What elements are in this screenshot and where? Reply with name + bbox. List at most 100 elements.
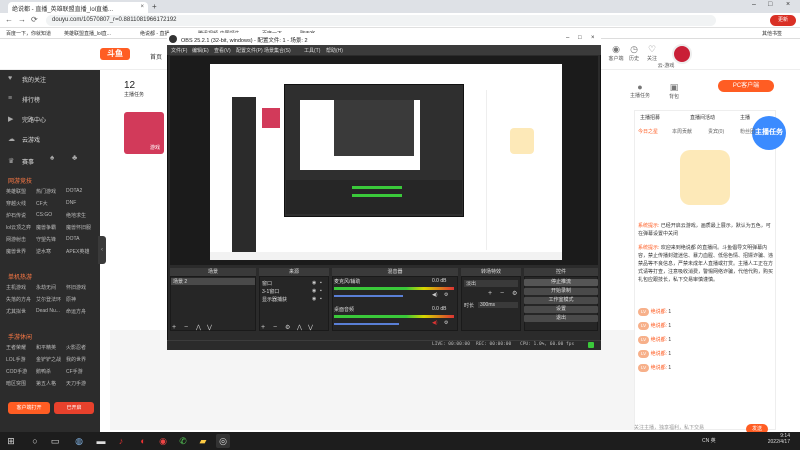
steam-icon[interactable]: ◍	[72, 434, 86, 448]
game-link[interactable]: 王者荣耀	[6, 344, 36, 351]
search-icon[interactable]: ○	[28, 434, 42, 448]
game-link[interactable]: 魔兽怀旧服	[66, 224, 96, 231]
move-up-icon[interactable]: ⋀	[297, 324, 302, 331]
windows-icon[interactable]: ⊞	[4, 434, 18, 448]
back-icon[interactable]: ←	[5, 15, 13, 24]
add-source-icon[interactable]: +	[261, 324, 265, 331]
pc-client-button[interactable]: PC客户端	[718, 80, 774, 92]
gear-icon[interactable]: ⚙	[285, 324, 290, 331]
game-link[interactable]: APEX英雄	[66, 248, 96, 255]
gamepad-icon[interactable]: ♠	[50, 153, 54, 162]
menu-view[interactable]: 查看(V)	[214, 47, 231, 54]
sidebar-collapse-handle[interactable]: ‹	[98, 236, 106, 264]
maximize-icon[interactable]: □	[768, 1, 772, 8]
menu-file[interactable]: 文件(F)	[171, 47, 187, 54]
address-bar[interactable]: douyu.com/10570807_r=0.8811081966172192	[46, 15, 716, 26]
sidebar-item-follow[interactable]: ♥ 我的关注	[0, 70, 100, 90]
game-link[interactable]: 原神	[66, 296, 96, 303]
follow-link[interactable]: ♡ 关注	[642, 44, 662, 62]
bookmark-item[interactable]: 百度一下，你就知道	[6, 30, 51, 37]
game-link[interactable]: CF手游	[66, 368, 96, 375]
maximize-icon[interactable]: □	[578, 35, 582, 41]
avatar[interactable]	[672, 44, 692, 64]
move-down-icon[interactable]: ⋁	[308, 324, 313, 331]
browser-icon[interactable]: ◐	[136, 434, 150, 448]
open-client-button[interactable]: 客户端打开	[8, 402, 50, 414]
move-up-icon[interactable]: ⋀	[196, 324, 201, 331]
game-link[interactable]: 守望先锋	[36, 236, 66, 243]
new-tab-button[interactable]: +	[152, 2, 157, 11]
sidebar-item-video[interactable]: ▶ 完路中心	[0, 110, 100, 130]
game-link[interactable]: 天刀手游	[66, 380, 96, 387]
menu-help[interactable]: 帮助(H)	[326, 47, 343, 54]
history-link[interactable]: ◷ 历史	[624, 44, 644, 62]
bookmark-other[interactable]: 其他书签	[762, 30, 782, 37]
game-link[interactable]: 金铲铲之战	[36, 356, 66, 363]
close-icon[interactable]: ×	[786, 1, 790, 8]
source-item[interactable]: 窗口	[262, 280, 272, 287]
speaker-muted-icon[interactable]: ◀)	[432, 320, 438, 326]
update-button[interactable]: 更新	[770, 15, 796, 26]
game-link[interactable]: DOTA2	[66, 188, 96, 195]
game-link[interactable]: 绝地求生	[66, 212, 96, 219]
volume-slider[interactable]	[334, 323, 399, 325]
game-link[interactable]: 逆水寒	[36, 248, 66, 255]
minimize-icon[interactable]: –	[566, 35, 569, 41]
sidebar-item-cloud[interactable]: ☁ 云游戏	[0, 130, 100, 150]
game-link[interactable]: DNF	[66, 200, 96, 207]
game-link[interactable]: 命运方舟	[66, 308, 96, 315]
visibility-icon[interactable]: ◉	[312, 280, 316, 286]
game-link[interactable]: DOTA	[66, 236, 96, 243]
studio-mode-button[interactable]: 工作室模式	[524, 297, 598, 304]
game-link[interactable]: 魔兽争霸	[36, 224, 66, 231]
game-link[interactable]: 网游射击	[6, 236, 36, 243]
add-transition-icon[interactable]: +	[488, 290, 492, 297]
site-logo[interactable]: 斗鱼	[100, 48, 130, 60]
sidebar-item-rank[interactable]: ≡ 排行榜	[0, 90, 100, 110]
remove-transition-icon[interactable]: −	[500, 290, 504, 297]
panel-link[interactable]: 直播间活动	[690, 114, 715, 121]
add-scene-icon[interactable]: +	[172, 324, 176, 331]
menu-scene-collection[interactable]: 场景集合(S)	[264, 47, 291, 54]
cloud-game-link[interactable]: 云-游戏	[656, 62, 676, 69]
gear-icon[interactable]: ⚙	[444, 320, 448, 326]
menu-profile[interactable]: 配置文件(P)	[236, 47, 263, 54]
netease-icon[interactable]: ♪	[114, 434, 128, 448]
visibility-icon[interactable]: ◉	[312, 288, 316, 294]
game-link[interactable]: 主机游戏	[6, 284, 36, 291]
game-link[interactable]: 鹅鸭杀	[36, 368, 66, 375]
start-recording-button[interactable]: 开始录制	[524, 288, 598, 295]
source-item[interactable]: 3-1窗口	[262, 288, 279, 295]
menu-tools[interactable]: 工具(T)	[304, 47, 320, 54]
game-link[interactable]: Dead Nu...	[36, 308, 66, 315]
volume-slider[interactable]	[334, 295, 403, 297]
lock-icon[interactable]: ▪	[320, 296, 322, 302]
game-link[interactable]: 火影忍者	[66, 344, 96, 351]
game-link[interactable]: 热门游戏	[36, 188, 66, 195]
game-link[interactable]: CF大	[36, 200, 66, 207]
close-icon[interactable]: ×	[591, 35, 595, 41]
wechat-icon[interactable]: ✆	[176, 434, 190, 448]
lock-icon[interactable]: ▪	[320, 280, 322, 286]
clock[interactable]: 9:14 2022/4/17	[740, 433, 790, 445]
remove-source-icon[interactable]: −	[273, 324, 277, 331]
panel-link[interactable]: 主播	[740, 114, 750, 121]
forward-icon[interactable]: →	[18, 15, 26, 24]
scene-item[interactable]: 场景 2	[171, 278, 255, 285]
tab-today-star[interactable]: 今日之星	[638, 128, 658, 135]
game-link[interactable]: 炉石传说	[6, 212, 36, 219]
anchor-task-badge[interactable]: 主播任务	[752, 116, 786, 150]
opened-button[interactable]: 已开启	[54, 402, 94, 414]
game-link[interactable]: lol云顶之弈	[6, 224, 36, 231]
game-link[interactable]: 暗区突围	[6, 380, 36, 387]
remove-scene-icon[interactable]: −	[184, 324, 188, 331]
browser-tab[interactable]: 绝说都 - 直播_英雄联盟直播_lol直播... ×	[8, 2, 148, 13]
game-icon[interactable]: ♣	[72, 153, 77, 162]
stop-streaming-button[interactable]: 停止推流	[524, 279, 598, 286]
move-down-icon[interactable]: ⋁	[207, 324, 212, 331]
exit-button[interactable]: 退出	[524, 315, 598, 322]
settings-button[interactable]: 设置	[524, 306, 598, 313]
nav-home[interactable]: 首页	[150, 52, 162, 61]
menu-edit[interactable]: 编辑(E)	[192, 47, 209, 54]
anchor-task-link[interactable]: ● 主播任务	[630, 82, 650, 99]
